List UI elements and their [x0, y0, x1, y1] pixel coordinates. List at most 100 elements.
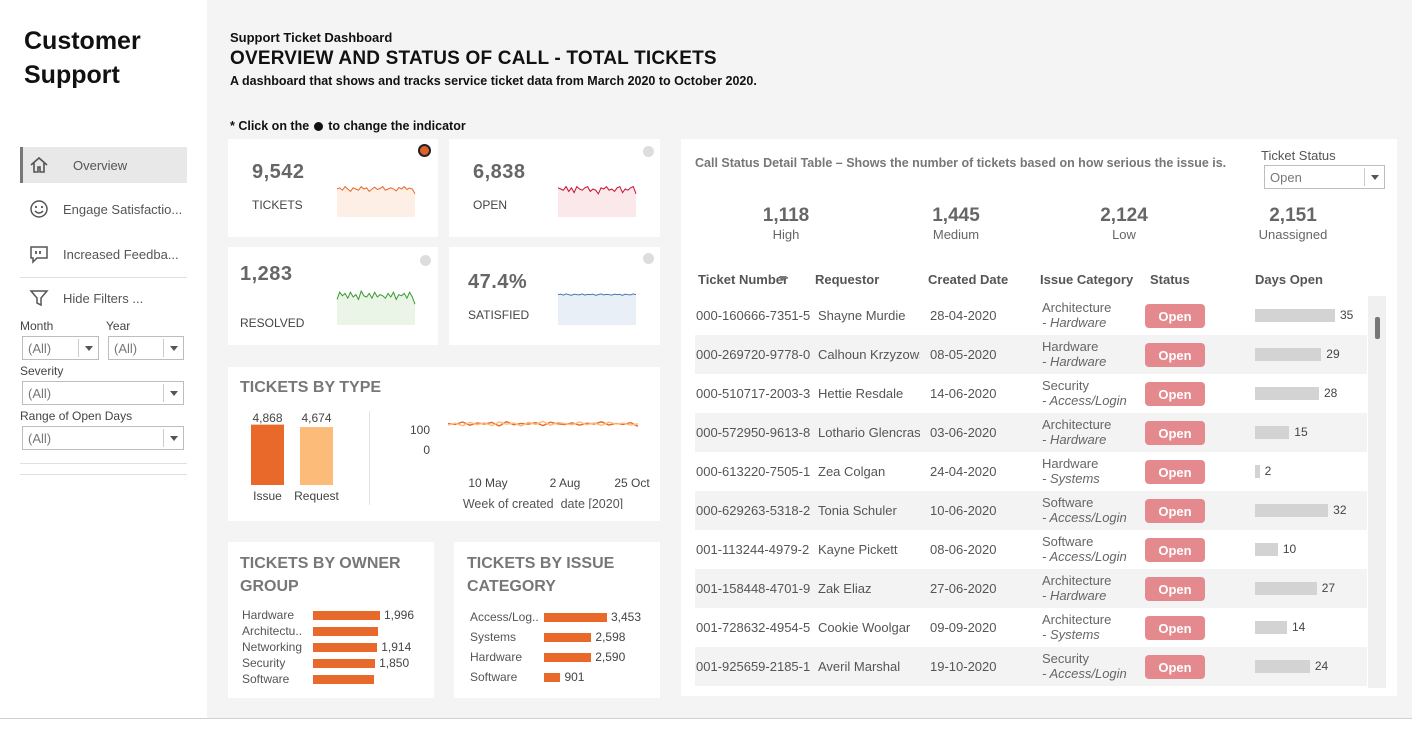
- hint-text-end: to change the indicator: [328, 119, 466, 133]
- nav-overview-label: Overview: [73, 157, 128, 173]
- column-header-issue-category[interactable]: Issue Category: [1040, 272, 1133, 287]
- dot-icon: [314, 121, 324, 131]
- requestor-cell: Tonia Schuler: [818, 503, 897, 518]
- status-badge[interactable]: Open: [1145, 304, 1205, 328]
- issue-category-cell: Software - Access/Login: [1042, 534, 1127, 564]
- days-open-bar: [1255, 582, 1317, 595]
- requestor-cell: Zak Eliaz: [818, 581, 872, 596]
- home-icon: [29, 155, 49, 175]
- bar[interactable]: [544, 653, 592, 662]
- kpi-card-open[interactable]: 6,838 OPEN: [449, 139, 660, 237]
- requestor-cell: Shayne Murdie: [818, 308, 906, 323]
- nav-engage-satisfaction[interactable]: Engage Satisfactio...: [20, 191, 187, 227]
- kpi-value: 47.4%: [468, 271, 528, 293]
- table-scrollbar-thumb[interactable]: [1375, 317, 1380, 339]
- kpi-label: SATISFIED: [468, 308, 530, 322]
- bar-row[interactable]: Networking 1,914: [228, 640, 434, 656]
- column-header-status[interactable]: Status: [1150, 272, 1190, 287]
- status-badge[interactable]: Open: [1145, 616, 1205, 640]
- brand-line-1: Customer: [24, 27, 141, 55]
- bar-row[interactable]: Software 901: [454, 670, 660, 686]
- month-dropdown[interactable]: (All): [22, 336, 99, 360]
- indicator-dot[interactable]: [643, 253, 654, 264]
- requestor-cell: Hettie Resdale: [818, 386, 904, 401]
- chevron-down-icon: [1364, 168, 1384, 186]
- bar-row[interactable]: Security 1,850: [228, 656, 434, 672]
- days-open-bar: [1255, 660, 1310, 673]
- bar-category-label: Software: [470, 670, 518, 684]
- ticket-number-cell: 001-113244-4979-2: [696, 542, 810, 557]
- status-badge[interactable]: Open: [1145, 655, 1205, 679]
- indicator-hint: * Click on the to change the indicator: [230, 119, 466, 133]
- dashboard-kicker: Support Ticket Dashboard: [230, 30, 393, 45]
- days-open-value: 35: [1340, 308, 1354, 322]
- nav-overview[interactable]: Overview: [20, 147, 187, 183]
- bar-row[interactable]: Access/Log.. 3,453: [454, 610, 660, 626]
- days-open-value: 10: [1282, 542, 1297, 556]
- feedback-icon: [29, 244, 49, 264]
- sort-icon[interactable]: [779, 276, 787, 281]
- status-badge[interactable]: Open: [1145, 499, 1205, 523]
- kpi-card-satisfied[interactable]: 47.4% SATISFIED: [449, 247, 660, 345]
- kpi-card-tickets[interactable]: 9,542 TICKETS: [228, 139, 438, 237]
- days-open-value: 24: [1314, 659, 1329, 673]
- bar[interactable]: [544, 613, 607, 622]
- type-bar-request[interactable]: [300, 427, 333, 485]
- type-bar-issue[interactable]: [251, 424, 284, 485]
- bar[interactable]: [313, 675, 375, 684]
- bar[interactable]: [313, 611, 380, 620]
- bar-row[interactable]: Systems 2,598: [454, 630, 660, 646]
- year-dropdown[interactable]: (All): [108, 336, 184, 360]
- status-badge[interactable]: Open: [1145, 577, 1205, 601]
- indicator-dot[interactable]: [420, 255, 431, 266]
- chevron-down-icon: [163, 429, 183, 447]
- status-badge[interactable]: Open: [1145, 538, 1205, 562]
- bar-category-label: Security: [242, 656, 286, 670]
- table-scrollbar[interactable]: [1368, 296, 1386, 688]
- month-filter-label: Month: [20, 319, 54, 333]
- kpi-card-resolved[interactable]: 1,283 RESOLVED: [228, 247, 438, 345]
- column-header-requestor[interactable]: Requestor: [815, 272, 879, 287]
- bar[interactable]: [544, 673, 561, 682]
- bar-row[interactable]: Hardware 1,996: [228, 608, 434, 624]
- bar[interactable]: [313, 643, 378, 652]
- issue-category-title-line-1: TICKETS BY ISSUE: [467, 555, 615, 572]
- created-date-cell: 10-06-2020: [930, 503, 997, 518]
- column-header-created-date[interactable]: Created Date: [928, 272, 1008, 287]
- column-header-days-open[interactable]: Days Open: [1255, 272, 1323, 287]
- issue-category-main: Hardware: [1042, 456, 1099, 471]
- column-header-ticket-number[interactable]: Ticket Number: [698, 272, 788, 287]
- severity-dropdown[interactable]: (All): [22, 381, 184, 405]
- issue-category-cell: Security - Access/Login: [1042, 378, 1127, 408]
- indicator-dot-active[interactable]: [418, 144, 431, 157]
- status-badge[interactable]: Open: [1145, 382, 1205, 406]
- issue-category-cell: Software - Access/Login: [1042, 495, 1127, 525]
- status-badge[interactable]: Open: [1145, 460, 1205, 484]
- bar[interactable]: [313, 659, 376, 668]
- bar-row[interactable]: Software: [228, 672, 434, 688]
- issue-category-main: Hardware: [1042, 339, 1099, 354]
- bar-row[interactable]: Hardware 2,590: [454, 650, 660, 666]
- bar[interactable]: [544, 633, 592, 642]
- open-days-dropdown[interactable]: (All): [22, 426, 184, 450]
- kpi-label: RESOLVED: [240, 316, 305, 330]
- detail-table-title: Call Status Detail Table – Shows the num…: [695, 156, 1227, 170]
- hide-filters-button[interactable]: Hide Filters ...: [20, 280, 187, 316]
- indicator-dot[interactable]: [643, 146, 654, 157]
- issue-category-cell: Architecture - Hardware: [1042, 300, 1111, 330]
- nav-increased-feedback[interactable]: Increased Feedba...: [20, 236, 187, 272]
- month-dropdown-value: (All): [28, 340, 52, 356]
- issue-category-main: Architecture: [1042, 417, 1112, 432]
- issue-category-main: Architecture: [1042, 300, 1112, 315]
- status-badge[interactable]: Open: [1145, 343, 1205, 367]
- days-open-value: 2: [1264, 464, 1272, 478]
- ticket-status-dropdown[interactable]: Open: [1264, 165, 1385, 189]
- bar[interactable]: [313, 627, 379, 636]
- status-badge[interactable]: Open: [1145, 421, 1205, 445]
- bar-row[interactable]: Architectu..: [228, 624, 434, 640]
- severity-high-label: High: [772, 227, 800, 242]
- issue-category-title: TICKETS BY ISSUE CATEGORY: [467, 552, 614, 598]
- days-open-bar: [1255, 621, 1287, 634]
- bar-category-label: Software: [242, 672, 290, 686]
- line-y-tick-label: 0: [423, 443, 430, 457]
